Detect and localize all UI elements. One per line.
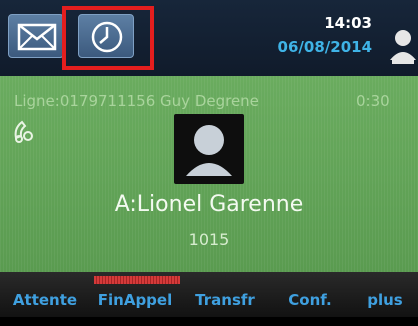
contact-name: A:Lionel Garenne (114, 192, 304, 217)
hold-softkey[interactable]: Attente (0, 274, 90, 315)
messages-button[interactable] (8, 14, 64, 58)
contact-number: 1015 (188, 230, 230, 249)
line-info: Ligne:0179711156 Guy Degrene (14, 92, 259, 110)
more-softkey[interactable]: plus (352, 274, 418, 315)
envelope-icon (17, 23, 57, 51)
phone-screen: 14:03 06/08/2014 Ligne:0179711156 Guy De… (0, 0, 418, 317)
user-status-icon[interactable] (388, 26, 418, 66)
clock-date: 06/08/2014 (277, 38, 372, 56)
end-call-softkey[interactable]: FinAppel (90, 274, 180, 315)
handset-icon (14, 120, 33, 143)
conference-softkey[interactable]: Conf. (268, 274, 352, 315)
highlight-annotation (62, 6, 154, 70)
clock-time: 14:03 (324, 14, 372, 32)
contact-avatar (174, 114, 244, 184)
transfer-softkey[interactable]: Transfr (182, 274, 268, 315)
call-duration: 0:30 (356, 92, 390, 110)
person-icon (186, 125, 232, 176)
